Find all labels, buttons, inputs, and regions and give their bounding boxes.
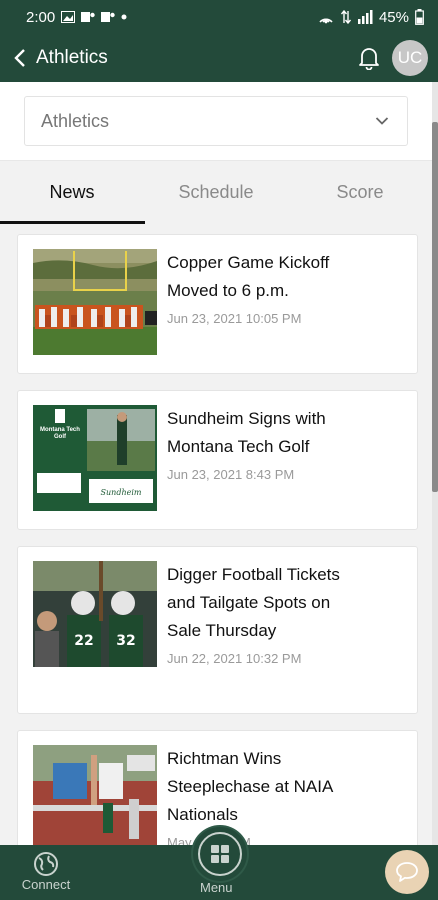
news-title-line: Sale Thursday <box>167 621 277 640</box>
avatar[interactable]: UC <box>392 40 428 76</box>
news-title-line: Copper Game Kickoff <box>167 253 330 272</box>
news-title: Richtman Wins Steeplechase at NAIA Natio… <box>167 745 403 829</box>
svg-text:Sundheim: Sundheim <box>101 488 142 497</box>
grid-icon <box>211 845 229 863</box>
status-time: 2:00 <box>26 8 56 26</box>
news-title: Copper Game Kickoff Moved to 6 p.m. <box>167 249 403 305</box>
news-title-line: Montana Tech Golf <box>167 437 310 456</box>
news-title: Digger Football Tickets and Tailgate Spo… <box>167 561 403 645</box>
menu-button-ring <box>198 832 242 876</box>
news-date: Jun 23, 2021 8:43 PM <box>167 467 295 482</box>
news-title-line: Moved to 6 p.m. <box>167 281 289 300</box>
status-bar: 2:00 45% <box>0 0 438 34</box>
hotspot-icon <box>319 18 333 24</box>
nav-connect[interactable]: Connect <box>18 851 74 892</box>
more-notifications-dot-icon <box>121 14 127 20</box>
news-thumbnail-steeplechase <box>33 745 157 845</box>
scrollbar[interactable] <box>432 82 438 845</box>
battery-icon <box>415 9 424 25</box>
news-list: Copper Game Kickoff Moved to 6 p.m. Jun … <box>0 224 432 845</box>
news-thumbnail-football-team <box>33 249 157 355</box>
news-card[interactable]: Sundheim Montana Tech Golf Sundheim Sign… <box>17 390 418 530</box>
teams-notification-icon-2 <box>101 12 115 22</box>
news-title: Sundheim Signs with Montana Tech Golf <box>167 405 403 461</box>
battery-percent: 45% <box>378 8 409 26</box>
bottom-nav: Connect Menu <box>0 827 438 900</box>
news-card[interactable]: 22 32 Digger Football Tickets and Tailga… <box>17 546 418 714</box>
news-thumbnail-golf-signing: Sundheim Montana Tech Golf <box>33 405 157 511</box>
tab-schedule[interactable]: Schedule <box>144 161 288 224</box>
news-date: Jun 22, 2021 10:32 PM <box>167 651 302 666</box>
dropdown-selected: Athletics <box>41 110 110 131</box>
news-date: Jun 23, 2021 10:05 PM <box>167 311 302 326</box>
news-title-line: Nationals <box>167 805 238 824</box>
main-content: Athletics News Schedule Score Copper Gam… <box>0 82 432 845</box>
news-card-body: Sundheim Signs with Montana Tech Golf Ju… <box>167 405 403 515</box>
news-card[interactable]: Copper Game Kickoff Moved to 6 p.m. Jun … <box>17 234 418 374</box>
news-title-line: Steeplechase at NAIA <box>167 777 334 796</box>
scrollbar-thumb[interactable] <box>432 122 438 492</box>
data-transfer-icon <box>340 10 351 24</box>
news-thumbnail-football-players: 22 32 <box>33 561 157 667</box>
menu-label: Menu <box>200 880 233 895</box>
tab-score[interactable]: Score <box>288 161 432 224</box>
globe-icon <box>34 852 58 876</box>
news-card-body: Richtman Wins Steeplechase at NAIA Natio… <box>167 745 403 845</box>
news-title-line: Digger Football Tickets <box>167 565 340 584</box>
category-dropdown[interactable]: Athletics <box>24 96 408 146</box>
teams-notification-icon <box>81 12 95 22</box>
svg-text:22: 22 <box>74 633 93 649</box>
news-title-line: Richtman Wins <box>167 749 282 768</box>
image-notification-icon <box>61 11 76 23</box>
news-title-line: Sundheim Signs with <box>167 409 326 428</box>
nav-connect-label: Connect <box>21 877 71 892</box>
chat-bubble-icon <box>396 862 418 882</box>
news-card-body: Copper Game Kickoff Moved to 6 p.m. Jun … <box>167 249 403 359</box>
signal-icon <box>357 10 373 24</box>
dropdown-container: Athletics <box>0 82 432 160</box>
chat-button[interactable] <box>385 850 429 894</box>
thumb-caption: Montana Tech Golf <box>40 427 80 440</box>
chevron-down-icon <box>375 113 391 129</box>
bell-icon[interactable] <box>356 45 382 71</box>
tab-bar: News Schedule Score <box>0 160 432 224</box>
news-card-body: Digger Football Tickets and Tailgate Spo… <box>167 561 403 699</box>
news-title-line: and Tailgate Spots on <box>167 593 331 612</box>
app-header: Athletics UC <box>0 34 438 82</box>
menu-button[interactable] <box>193 827 247 881</box>
back-arrow-icon[interactable] <box>10 46 30 70</box>
svg-text:32: 32 <box>116 633 135 649</box>
page-title: Athletics <box>36 47 108 68</box>
tab-news[interactable]: News <box>0 161 145 224</box>
